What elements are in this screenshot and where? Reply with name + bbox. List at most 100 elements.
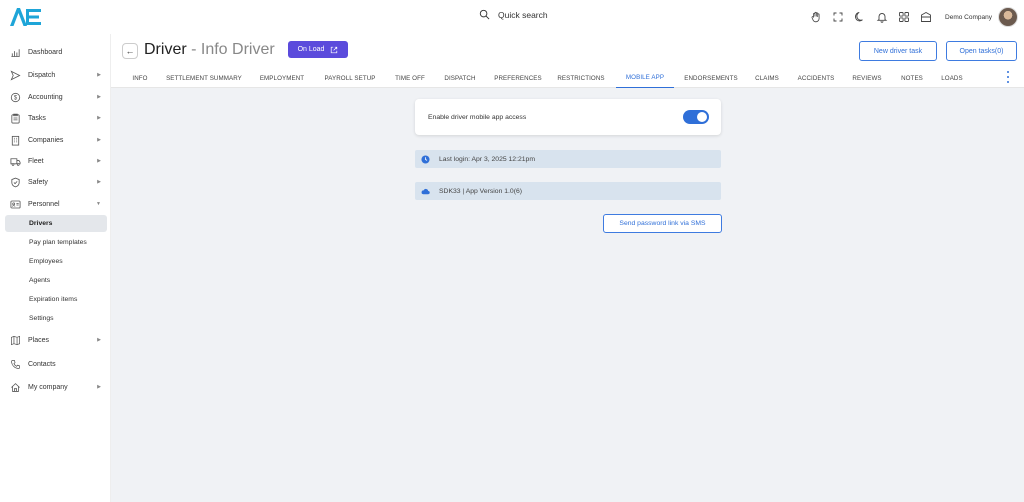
arrow-left-icon: ←	[125, 46, 135, 56]
page-title: Driver - Info Driver	[144, 41, 275, 59]
top-bar: Quick search Demo Company	[0, 0, 1024, 34]
chevron-down-icon: ▼	[96, 201, 101, 207]
clock-icon	[420, 154, 430, 164]
back-button[interactable]: ←	[122, 43, 138, 59]
tab-info[interactable]: INFO	[125, 68, 155, 88]
external-link-icon	[331, 46, 338, 53]
garage-icon[interactable]	[915, 6, 937, 28]
sidebar-item-companies[interactable]: Companies ▶	[0, 130, 111, 150]
tab-claims[interactable]: CLAIMS	[750, 68, 784, 88]
clipboard-icon	[9, 112, 21, 124]
page-header: ← Driver - Info Driver On Load New drive…	[111, 34, 1024, 88]
open-tasks-button[interactable]: Open tasks(0)	[946, 41, 1017, 61]
sidebar-item-places[interactable]: Places ▶	[0, 330, 111, 350]
sidebar-item-label: Dispatch	[28, 71, 56, 79]
sidebar-item-label: Personnel	[28, 200, 60, 208]
sidebar-subitem-settings[interactable]: Settings	[5, 310, 107, 327]
sidebar-item-my-company[interactable]: My company ▶	[0, 377, 111, 397]
phone-icon	[9, 358, 21, 370]
svg-text:$: $	[13, 95, 17, 101]
tab-notes[interactable]: NOTES	[895, 68, 929, 88]
chevron-right-icon: ▶	[97, 158, 101, 164]
sidebar-subitem-employees[interactable]: Employees	[5, 253, 107, 270]
quick-search-label: Quick search	[498, 9, 548, 20]
chevron-right-icon: ▶	[97, 384, 101, 390]
top-bar-actions: Demo Company	[805, 0, 1024, 34]
moon-icon[interactable]	[849, 6, 871, 28]
sidebar-item-label: Tasks	[28, 114, 46, 122]
tab-employment[interactable]: EMPLOYMENT	[254, 68, 310, 88]
tab-dispatch[interactable]: DISPATCH	[438, 68, 482, 88]
tab-endorsements[interactable]: ENDORSEMENTS	[678, 68, 744, 88]
more-options-icon[interactable]	[1006, 71, 1010, 83]
building-icon	[9, 134, 21, 146]
apps-grid-icon[interactable]	[893, 6, 915, 28]
sidebar-item-safety[interactable]: Safety ▶	[0, 172, 111, 192]
sidebar-item-label: Contacts	[28, 360, 56, 368]
chevron-right-icon: ▶	[97, 337, 101, 343]
chevron-right-icon: ▶	[97, 137, 101, 143]
sidebar-item-dashboard[interactable]: Dashboard	[0, 42, 111, 62]
cloud-icon	[420, 186, 430, 196]
truck-icon	[9, 155, 21, 167]
map-icon	[9, 334, 21, 346]
mobile-access-toggle[interactable]	[683, 110, 709, 124]
dollar-icon: $	[9, 91, 21, 103]
sidebar-subitem-pay-plan-templates[interactable]: Pay plan templates	[5, 234, 107, 251]
sidebar-item-label: Companies	[28, 136, 64, 144]
last-login-text: Last login: Apr 3, 2025 12:21pm	[439, 155, 535, 163]
page-title-separator: -	[186, 41, 201, 58]
sidebar-item-fleet[interactable]: Fleet ▶	[0, 151, 111, 171]
chart-icon	[9, 46, 21, 58]
new-driver-task-button[interactable]: New driver task	[859, 41, 937, 61]
bell-icon[interactable]	[871, 6, 893, 28]
id-card-icon	[9, 198, 21, 210]
chevron-right-icon: ▶	[97, 94, 101, 100]
hand-icon[interactable]	[805, 6, 827, 28]
tab-payroll-setup[interactable]: PAYROLL SETUP	[318, 68, 382, 88]
avatar[interactable]	[998, 7, 1018, 27]
app-version-text: SDK33 | App Version 1.0(6)	[439, 187, 522, 195]
tab-loads[interactable]: LOADS	[935, 68, 969, 88]
sidebar-item-label: Accounting	[28, 93, 63, 101]
quick-search[interactable]: Quick search	[479, 9, 548, 20]
sidebar-subitem-expiration-items[interactable]: Expiration items	[5, 291, 107, 308]
last-login-bar: Last login: Apr 3, 2025 12:21pm	[415, 150, 721, 168]
sidebar-item-label: Safety	[28, 178, 48, 186]
tab-accidents[interactable]: ACCIDENTS	[791, 68, 841, 88]
status-badge[interactable]: On Load	[288, 41, 348, 58]
tab-preferences[interactable]: PREFERENCES	[490, 68, 546, 88]
sidebar-item-label: My company	[28, 383, 68, 391]
main-content: ← Driver - Info Driver On Load New drive…	[111, 34, 1024, 502]
page-title-sub: Info Driver	[200, 41, 275, 58]
fullscreen-icon[interactable]	[827, 6, 849, 28]
chevron-right-icon: ▶	[97, 72, 101, 78]
sidebar: Dashboard Dispatch ▶ $ Accounting ▶ Task…	[0, 34, 111, 502]
send-password-sms-button[interactable]: Send password link via SMS	[603, 214, 722, 233]
mobile-access-label: Enable driver mobile app access	[428, 113, 527, 121]
tab-mobile-app[interactable]: MOBILE APP	[616, 68, 674, 88]
sidebar-item-personnel[interactable]: Personnel ▼	[0, 194, 111, 214]
mobile-access-card: Enable driver mobile app access	[415, 99, 721, 135]
tab-reviews[interactable]: REVIEWS	[847, 68, 887, 88]
sidebar-subitem-drivers[interactable]: Drivers	[5, 215, 107, 232]
chevron-right-icon: ▶	[97, 179, 101, 185]
status-badge-label: On Load	[297, 46, 325, 53]
company-name[interactable]: Demo Company	[945, 14, 992, 21]
sidebar-item-label: Places	[28, 336, 50, 344]
send-icon	[9, 69, 21, 81]
tab-settlement-summary[interactable]: SETTLEMENT SUMMARY	[159, 68, 249, 88]
chevron-right-icon: ▶	[97, 115, 101, 121]
page-title-main: Driver	[144, 41, 187, 58]
tab-restrictions[interactable]: RESTRICTIONS	[553, 68, 609, 88]
sidebar-item-accounting[interactable]: $ Accounting ▶	[0, 87, 111, 107]
sidebar-subitem-agents[interactable]: Agents	[5, 272, 107, 289]
search-icon	[479, 9, 490, 20]
sidebar-item-label: Fleet	[28, 157, 44, 165]
sidebar-item-dispatch[interactable]: Dispatch ▶	[0, 65, 111, 85]
app-logo[interactable]	[8, 5, 44, 29]
tab-bar: INFO SETTLEMENT SUMMARY EMPLOYMENT PAYRO…	[111, 68, 1024, 88]
sidebar-item-contacts[interactable]: Contacts	[0, 354, 111, 374]
sidebar-item-tasks[interactable]: Tasks ▶	[0, 108, 111, 128]
tab-time-off[interactable]: TIME OFF	[390, 68, 430, 88]
